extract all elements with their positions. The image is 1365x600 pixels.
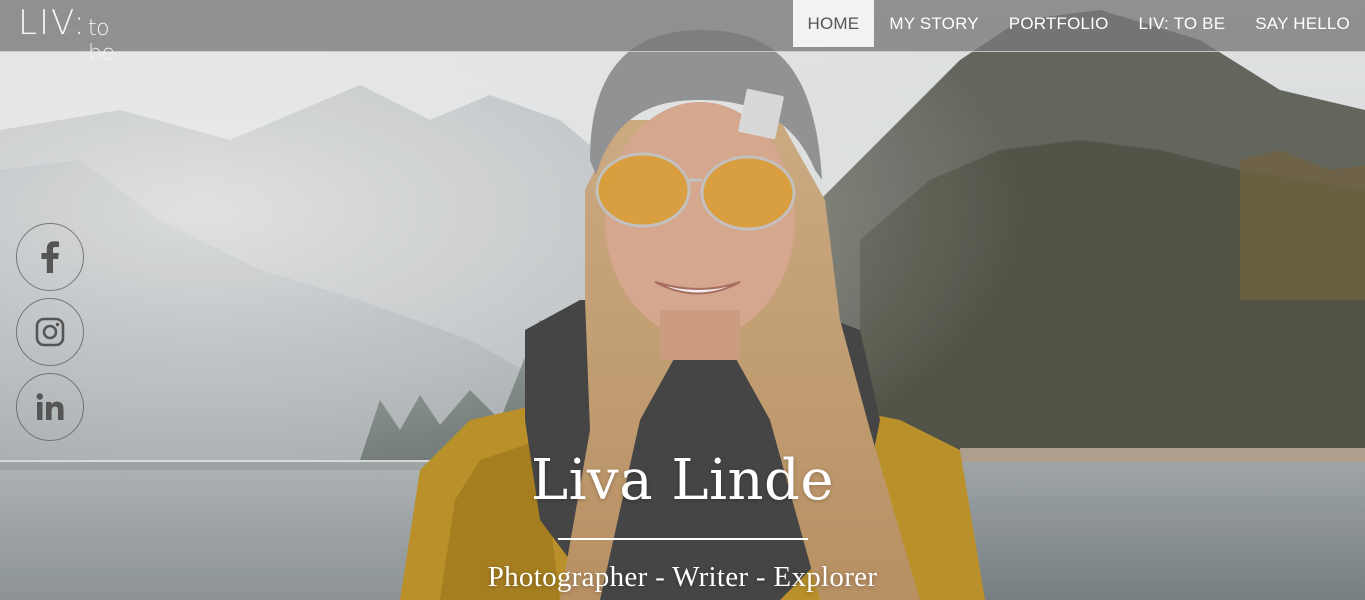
nav-item-portfolio[interactable]: PORTFOLIO — [994, 0, 1124, 47]
logo-text: to be — [88, 16, 115, 66]
logo-mark: LIV: — [18, 3, 87, 43]
facebook-icon — [41, 241, 59, 273]
nav-item-home[interactable]: HOME — [792, 0, 875, 47]
facebook-button[interactable] — [16, 223, 84, 291]
nav-item-liv-to-be[interactable]: LIV: TO BE — [1124, 0, 1241, 47]
hero-divider — [558, 538, 808, 540]
nav-item-say-hello[interactable]: SAY HELLO — [1240, 0, 1365, 47]
main-nav: HOME MY STORY PORTFOLIO LIV: TO BE SAY H… — [792, 0, 1365, 47]
nav-item-my-story[interactable]: MY STORY — [874, 0, 993, 47]
linkedin-button[interactable] — [16, 373, 84, 441]
hero-tagline: Photographer - Writer - Explorer — [487, 561, 878, 593]
top-navigation-bar: LIV: to be HOME MY STORY PORTFOLIO LIV: … — [0, 0, 1365, 66]
instagram-button[interactable] — [16, 298, 84, 366]
site-logo[interactable]: LIV: to be — [18, 2, 134, 66]
linkedin-icon — [36, 393, 64, 420]
instagram-icon — [35, 317, 65, 347]
hero-name: Liva Linde — [530, 448, 835, 513]
